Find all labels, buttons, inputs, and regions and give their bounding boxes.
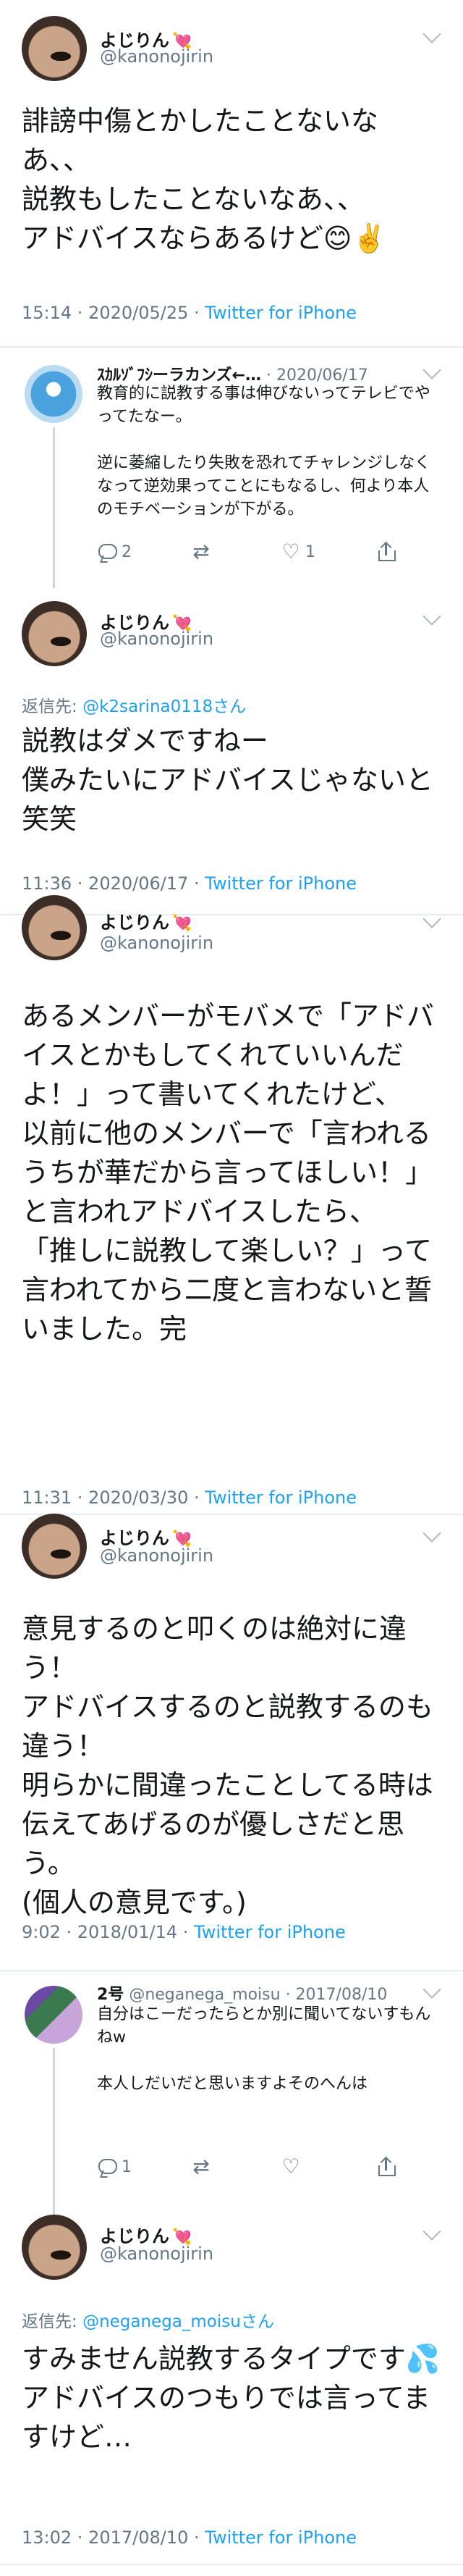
chevron-down-icon[interactable] <box>422 607 441 626</box>
handle[interactable]: @kanonojirin <box>100 46 213 67</box>
timestamp: 15:14 · 2020/05/25 · <box>22 303 205 323</box>
timestamp: 9:02 · 2018/01/14 · <box>22 1922 194 1942</box>
share-button[interactable] <box>376 2157 396 2177</box>
avatar[interactable] <box>22 2215 87 2280</box>
chevron-down-icon[interactable] <box>422 1980 441 1999</box>
reply-text: 自分はこーだったらとか別に聞いてないすもんねw 本人しだいだと思いますよそのへん… <box>97 2005 431 2093</box>
chevron-down-icon[interactable] <box>422 2222 441 2241</box>
timestamp: 11:36 · 2020/06/17 · <box>22 873 205 894</box>
share-icon <box>376 2157 396 2177</box>
reply-context: 返信先: @k2sarina0118さん <box>22 692 246 717</box>
tweet-text: 説教はダメですねー 僕みたいにアドバイスじゃないと笑笑 <box>22 725 433 835</box>
chevron-down-icon[interactable] <box>422 361 441 379</box>
reply-text: 教育的に説教する事は伸びないってテレビでやってたなー。 逆に萎縮したり失敗を恐れ… <box>97 385 431 519</box>
avatar[interactable] <box>25 1986 82 2044</box>
reply-prefix: 返信先: <box>22 697 83 716</box>
like-count: 1 <box>305 542 315 561</box>
tweet-text: あるメンバーがモバメで「アドバイスとかもしてくれていいんだよ！」って書いてくれた… <box>22 1000 435 1345</box>
handle[interactable]: @kanonojirin <box>100 933 213 953</box>
client-link[interactable]: Twitter for iPhone <box>205 873 357 894</box>
tweet-meta: 11:31 · 2020/03/30 · Twitter for iPhone <box>22 1488 357 1508</box>
handle[interactable]: @kanonojirin <box>100 1545 213 1566</box>
retweet-button[interactable]: ⇄ <box>191 2157 216 2177</box>
heart-icon: ♡ <box>281 540 300 563</box>
reply-button[interactable]: 1 <box>97 2157 132 2177</box>
thread-line <box>53 427 55 588</box>
reply-icon <box>97 2157 117 2177</box>
share-icon <box>376 542 396 562</box>
tweet-meta: 9:02 · 2018/01/14 · Twitter for iPhone <box>22 1922 346 1942</box>
tweet-text: すみません説教するタイプです💦 アドバイスのつもりでは言ってますけど… <box>22 2343 441 2453</box>
tweet-3[interactable]: よじりん 💘 @kanonojirin あるメンバーがモバメで「アドバイスとかもし… <box>0 895 463 1509</box>
tweet-text: 誹謗中傷とかしたことないなあ、、 説教もしたことないなあ、、 アドバイスならある… <box>22 105 386 254</box>
heart-icon: ♡ <box>281 2155 300 2178</box>
chevron-down-icon[interactable] <box>422 1524 441 1543</box>
reply-icon <box>97 542 117 562</box>
mention-link[interactable]: @neganega_moisuさん <box>82 2312 274 2331</box>
client-link[interactable]: Twitter for iPhone <box>205 303 357 323</box>
timestamp: 13:02 · 2017/08/10 · <box>22 2527 205 2548</box>
avatar[interactable] <box>25 365 82 423</box>
tweet-text: 意見するのと叩くのは絶対に違う！ アドバイスするのと説教するのも違う！ 明らかに… <box>22 1613 433 1918</box>
reply-author[interactable]: 2号 @neganega_moisu · 2017/08/10 <box>97 1981 387 2005</box>
reply-count: 1 <box>122 2157 132 2176</box>
chevron-down-icon[interactable] <box>422 25 441 43</box>
tweet-1[interactable]: よじりん 💘 @kanonojirin 誹謗中傷とかしたことないなあ、、 説教もし… <box>0 0 463 323</box>
heart-emoji: 💘 <box>172 915 192 933</box>
timestamp: 11:31 · 2020/03/30 · <box>22 1488 205 1508</box>
display-name[interactable]: よじりん 💘 <box>100 908 192 934</box>
client-link[interactable]: Twitter for iPhone <box>194 1922 346 1942</box>
handle[interactable]: @kanonojirin <box>100 629 213 649</box>
avatar[interactable] <box>22 601 87 666</box>
divider <box>0 2564 463 2565</box>
display-name-text: よじりん <box>100 912 169 933</box>
tweet-2[interactable]: よじりん 💘 @kanonojirin 返信先: @k2sarina0118さん … <box>0 587 463 905</box>
reply-button[interactable]: 2 <box>97 542 132 562</box>
like-button[interactable]: ♡ <box>281 2157 305 2177</box>
retweet-icon: ⇄ <box>192 2155 210 2178</box>
avatar[interactable] <box>22 16 87 81</box>
tweet-5[interactable]: よじりん 💘 @kanonojirin 返信先: @neganega_moisuさ… <box>0 2209 463 2576</box>
share-button[interactable] <box>376 542 396 562</box>
client-link[interactable]: Twitter for iPhone <box>205 1488 357 1508</box>
action-bar: 2 ⇄ ♡ 1 <box>97 542 415 568</box>
like-button[interactable]: ♡ 1 <box>281 542 315 562</box>
handle[interactable]: @kanonojirin <box>100 2244 213 2264</box>
mention-link[interactable]: @k2sarina0118さん <box>82 697 246 716</box>
client-link[interactable]: Twitter for iPhone <box>205 2527 357 2548</box>
reply-prefix: 返信先: <box>22 2312 83 2331</box>
reply-tweet-1[interactable]: ｽｶﾙｿﾞﾌｼーラカンズ←… · 2020/06/17 教育的に説教する事は伸び… <box>0 348 463 588</box>
reply-tweet-2[interactable]: 2号 @neganega_moisu · 2017/08/10 自分はこーだった… <box>0 1971 463 2238</box>
chevron-down-icon[interactable] <box>422 910 441 928</box>
reply-count: 2 <box>122 542 132 561</box>
avatar[interactable] <box>22 895 87 960</box>
action-bar: 1 ⇄ ♡ <box>97 2157 415 2183</box>
retweet-icon: ⇄ <box>192 540 210 563</box>
avatar[interactable] <box>22 1514 87 1579</box>
tweet-meta: 13:02 · 2017/08/10 · Twitter for iPhone <box>22 2527 357 2548</box>
tweet-4[interactable]: よじりん 💘 @kanonojirin 意見するのと叩くのは絶対に違う！ アドバイ… <box>0 1514 463 1979</box>
retweet-button[interactable]: ⇄ <box>191 542 216 562</box>
reply-author-name: 2号 <box>97 1986 124 2004</box>
reply-context: 返信先: @neganega_moisuさん <box>22 2307 274 2332</box>
reply-handle-date: @neganega_moisu · 2017/08/10 <box>129 1986 388 2004</box>
tweet-meta: 15:14 · 2020/05/25 · Twitter for iPhone <box>22 303 357 323</box>
tweet-meta: 11:36 · 2020/06/17 · Twitter for iPhone <box>22 873 357 894</box>
